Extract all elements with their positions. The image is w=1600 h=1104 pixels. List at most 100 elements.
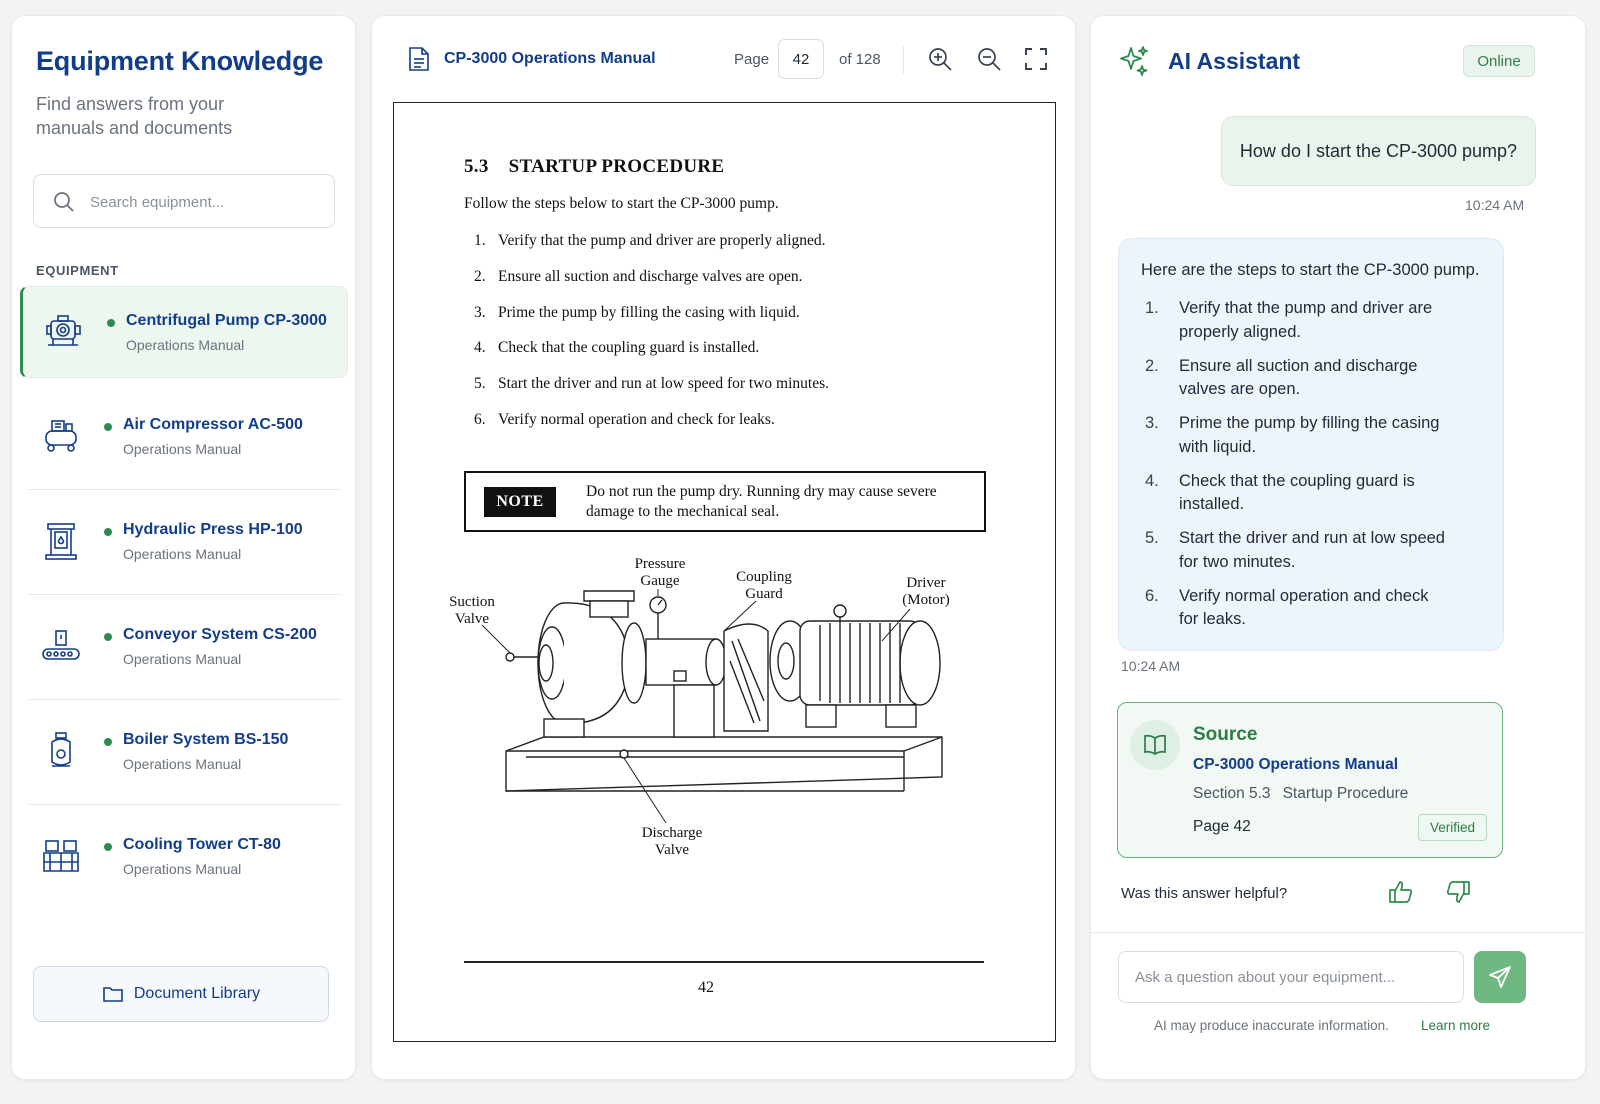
boiler-icon — [51, 732, 71, 767]
divider — [28, 804, 342, 805]
book-icon — [1144, 734, 1166, 755]
message-timestamp: 10:24 AM — [1465, 197, 1525, 213]
equipment-item-centrifugal-pump[interactable]: Centrifugal Pump CP-3000 Operations Manu… — [20, 286, 348, 378]
source-icon-circle — [1130, 720, 1180, 770]
equipment-type: Operations Manual — [123, 651, 242, 667]
search-icon — [54, 192, 74, 212]
document-library-button[interactable]: Document Library — [33, 966, 329, 1022]
ai-disclaimer: AI may produce inaccurate information. — [1154, 1018, 1389, 1033]
equipment-item-conveyor-system[interactable]: Conveyor System CS-200 Operations Manual — [20, 601, 348, 700]
learn-more-link[interactable]: Learn more — [1421, 1018, 1490, 1033]
status-dot — [104, 528, 112, 536]
list-item: 3. Prime the pump by filling the casing w… — [1145, 414, 1440, 456]
procedure-step: 4. Check that the coupling guard is insta… — [474, 339, 760, 357]
send-icon — [1489, 966, 1511, 988]
list-item: 4. Check that the coupling guard is insta… — [1145, 471, 1415, 514]
source-title: Source — [1193, 724, 1258, 745]
procedure-step: 2. Ensure all suction and discharge valve… — [474, 267, 803, 285]
diagram-label-driver: Driver (Motor) — [902, 575, 950, 608]
divider — [28, 594, 342, 595]
equipment-name: Cooling Tower CT-80 — [123, 836, 281, 853]
equipment-name: Hydraulic Press HP-100 — [123, 521, 303, 538]
assistant-message: Here are the steps to start the CP-3000 … — [1118, 238, 1504, 651]
equipment-section-label: EQUIPMENT — [36, 263, 119, 278]
equipment-name: Conveyor System CS-200 — [123, 626, 317, 643]
search-box — [33, 174, 335, 228]
source-page: Page 42 — [1193, 818, 1251, 835]
diagram-label-pressure-gauge: Pressure Gauge — [634, 556, 686, 589]
cooling-tower-icon — [43, 840, 79, 872]
list-item: 2. Ensure all suction and discharge valve… — [1145, 356, 1418, 399]
assistant-title: AI Assistant — [1168, 48, 1301, 74]
thumbs-down-icon[interactable] — [1445, 879, 1471, 905]
procedure-step: 5. Start the driver and run at low speed … — [474, 375, 830, 393]
divider — [28, 699, 342, 700]
equipment-item-cooling-tower[interactable]: Cooling Tower CT-80 Operations Manual — [20, 811, 348, 903]
note-text: Do not run the pump dry. Running dry may… — [586, 483, 937, 520]
page-number: 42 — [698, 979, 714, 996]
document-library-label: Document Library — [133, 985, 261, 1002]
zoom-in-icon[interactable] — [927, 46, 953, 72]
document-viewer: CP-3000 Operations Manual Page of 128 5.… — [371, 15, 1076, 1080]
zoom-out-icon[interactable] — [976, 46, 1002, 72]
status-dot — [104, 423, 112, 431]
compressor-icon — [45, 420, 77, 452]
divider — [28, 489, 342, 490]
section-number: 5.3 — [464, 156, 489, 177]
message-timestamp: 10:24 AM — [1121, 658, 1181, 674]
source-section: Section 5.3 Startup Procedure — [1193, 785, 1409, 802]
viewer-toolbar: CP-3000 Operations Manual Page of 128 — [372, 16, 1075, 102]
status-dot — [104, 633, 112, 641]
equipment-item-boiler-system[interactable]: Boiler System BS-150 Operations Manual — [20, 706, 348, 805]
equipment-item-air-compressor[interactable]: Air Compressor AC-500 Operations Manual — [20, 391, 348, 490]
equipment-type: Operations Manual — [123, 441, 242, 457]
section-title: STARTUP PROCEDURE — [508, 156, 725, 177]
source-document-link[interactable]: CP-3000 Operations Manual — [1193, 756, 1398, 774]
diagram-label-suction-valve: Suction Valve — [449, 594, 495, 627]
question-input[interactable] — [1118, 951, 1464, 1003]
page-number-input[interactable] — [778, 39, 824, 79]
assistant-message-lead: Here are the steps to start the CP-3000 … — [1141, 261, 1480, 279]
list-item: 1. Verify that the pump and driver are pr… — [1145, 299, 1433, 341]
assistant-steps: 1. Verify that the pump and driver are pr… — [1145, 297, 1445, 642]
list-item: 5. Start the driver and run at low speed … — [1145, 529, 1445, 571]
equipment-name: Boiler System BS-150 — [123, 731, 289, 748]
manual-page: 5.3 STARTUP PROCEDURE Follow the steps be… — [393, 102, 1056, 1042]
status-dot — [104, 843, 112, 851]
verified-badge: Verified — [1418, 814, 1487, 841]
procedure-steps: 1. Verify that the pump and driver are pr… — [474, 232, 829, 447]
diagram-label-discharge-valve: Discharge Valve — [641, 825, 703, 858]
equipment-item-hydraulic-press[interactable]: Hydraulic Press HP-100 Operations Manual — [20, 496, 348, 595]
folder-icon — [103, 987, 123, 1002]
send-button[interactable] — [1474, 951, 1526, 1003]
equipment-name: Centrifugal Pump CP-3000 — [126, 312, 327, 329]
user-message: How do I start the CP-3000 pump? — [1221, 116, 1536, 186]
section-intro: Follow the steps below to start the CP-3… — [464, 195, 779, 212]
conveyor-icon — [42, 630, 80, 660]
note-tag: NOTE — [484, 487, 556, 517]
page-label: Page — [734, 51, 770, 68]
sidebar-title: Equipment Knowledge — [36, 46, 324, 76]
thumbs-up-icon[interactable] — [1388, 879, 1414, 905]
sidebar-subtitle: Find answers from your manuals and docum… — [36, 94, 233, 138]
feedback-prompt: Was this answer helpful? — [1121, 885, 1288, 902]
equipment-list: Centrifugal Pump CP-3000 Operations Manu… — [20, 286, 348, 916]
equipment-sidebar: Equipment Knowledge Find answers from yo… — [11, 15, 356, 1080]
list-item: 6. Verify normal operation and check for … — [1145, 586, 1429, 629]
procedure-step: 1. Verify that the pump and driver are pr… — [474, 232, 826, 249]
warning-note: NOTE Do not run the pump dry. Running dr… — [464, 471, 986, 532]
fullscreen-icon[interactable] — [1023, 46, 1049, 72]
diagram-label-coupling-guard: Coupling Guard — [736, 569, 792, 602]
equipment-type: Operations Manual — [126, 337, 245, 353]
status-badge: Online — [1463, 45, 1535, 77]
page-footer-rule — [464, 961, 984, 963]
status-dot — [104, 738, 112, 746]
search-input[interactable] — [90, 187, 320, 217]
status-dot — [107, 319, 115, 327]
page-total: of 128 — [839, 51, 881, 68]
equipment-type: Operations Manual — [123, 756, 242, 772]
pump-icon — [46, 315, 81, 346]
document-title: CP-3000 Operations Manual — [444, 50, 656, 67]
equipment-type: Operations Manual — [123, 861, 242, 877]
source-card[interactable]: Source CP-3000 Operations Manual Section… — [1117, 702, 1503, 858]
